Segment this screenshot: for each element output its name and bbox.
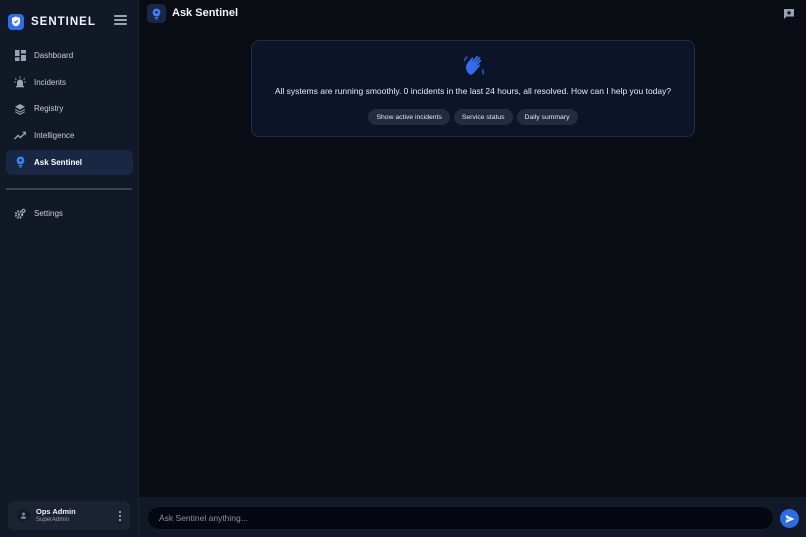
- sidebar-item-label: Dashboard: [34, 51, 74, 60]
- sidebar-item-settings[interactable]: Settings: [6, 201, 133, 226]
- send-button[interactable]: [780, 509, 799, 528]
- sidebar-nav: Dashboard Incidents Registry Intelligenc…: [6, 43, 133, 176]
- sidebar-item-label: Settings: [34, 209, 63, 218]
- send-icon: [785, 514, 795, 524]
- suggestion-daily-summary[interactable]: Daily summary: [516, 109, 578, 125]
- more-options-icon[interactable]: [117, 510, 123, 522]
- user-role: SuperAdmin: [36, 517, 70, 523]
- header-bulb-icon: [147, 4, 166, 23]
- trend-icon: [14, 130, 26, 142]
- sidebar-item-registry[interactable]: Registry: [6, 96, 133, 121]
- sidebar-settings: Settings: [6, 201, 133, 228]
- sidebar: SENTINEL Dashboard Incidents Registry In…: [0, 0, 139, 537]
- welcome-message: All systems are running smoothly. 0 inci…: [274, 86, 672, 96]
- suggestion-service-status[interactable]: Service status: [453, 109, 513, 125]
- sidebar-item-ask-sentinel[interactable]: Ask Sentinel: [6, 149, 133, 175]
- shield-logo-icon: [8, 13, 24, 30]
- waving-hand-icon: [462, 54, 486, 78]
- brand[interactable]: SENTINEL: [8, 13, 96, 30]
- avatar: [17, 509, 30, 522]
- user-card[interactable]: Ops Admin SuperAdmin: [8, 501, 130, 530]
- sidebar-item-label: Intelligence: [34, 131, 75, 141]
- bulb-icon: [14, 156, 26, 168]
- alarm-icon: [14, 76, 26, 88]
- sidebar-item-label: Incidents: [34, 77, 67, 87]
- brand-name: SENTINEL: [31, 15, 96, 28]
- sidebar-item-intelligence[interactable]: Intelligence: [6, 123, 133, 148]
- composer-bar: [139, 497, 806, 537]
- new-chat-icon[interactable]: [783, 7, 795, 19]
- sidebar-item-label: Ask Sentinel: [34, 157, 83, 167]
- chat-input[interactable]: [147, 506, 774, 530]
- suggestion-show-active-incidents[interactable]: Show active incidents: [368, 109, 450, 125]
- user-name: Ops Admin: [36, 507, 76, 516]
- sidebar-divider: [6, 188, 132, 190]
- suggestion-chips: Show active incidents Service status Dai…: [252, 109, 694, 125]
- page-title: Ask Sentinel: [172, 7, 239, 19]
- hamburger-menu-icon[interactable]: [114, 15, 127, 27]
- sidebar-item-label: Registry: [34, 104, 64, 114]
- welcome-card: All systems are running smoothly. 0 inci…: [251, 40, 695, 137]
- gear-icon: [14, 208, 26, 220]
- layers-icon: [14, 103, 26, 115]
- sidebar-item-incidents[interactable]: Incidents: [6, 70, 133, 95]
- dashboard-icon: [14, 50, 26, 62]
- sidebar-item-dashboard[interactable]: Dashboard: [6, 43, 133, 68]
